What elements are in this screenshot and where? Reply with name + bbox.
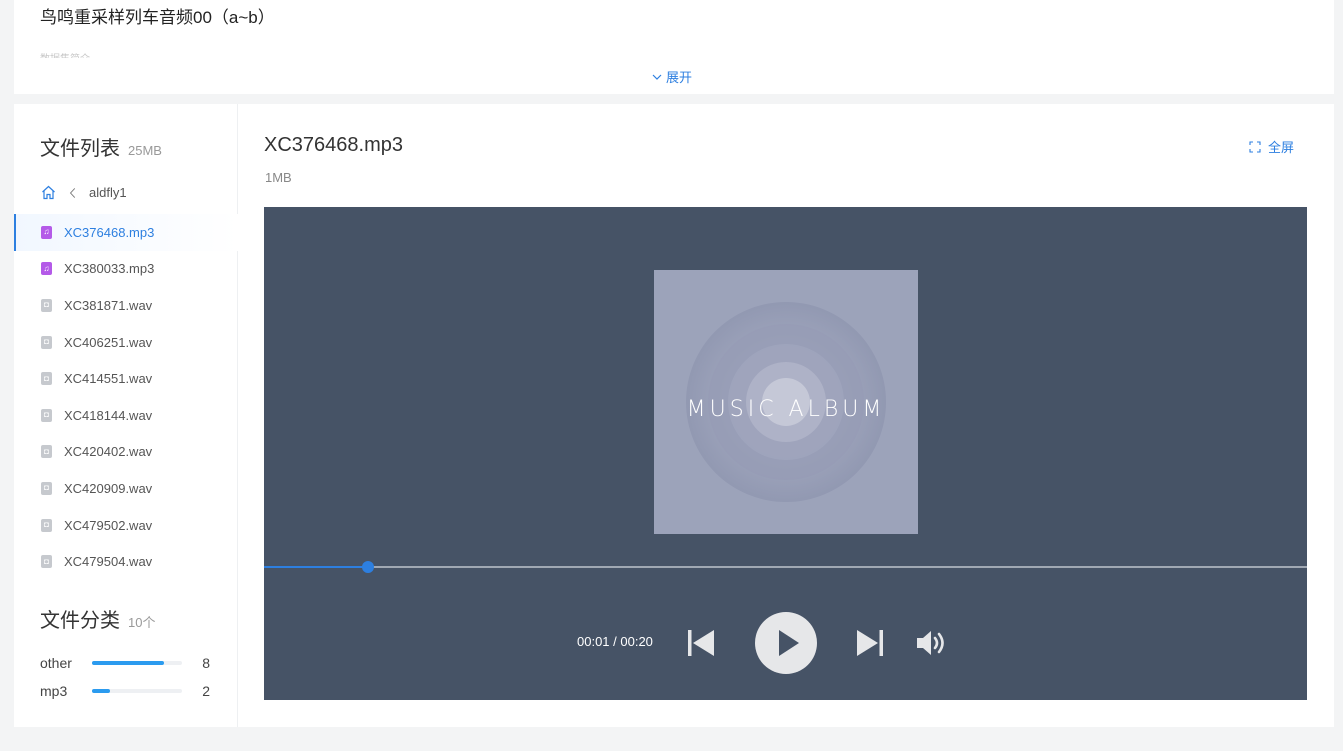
volume-icon[interactable] — [916, 629, 950, 657]
file-list-item[interactable]: ◘ XC420402.wav — [14, 434, 238, 471]
categories-heading: 文件分类 10个 — [40, 604, 155, 633]
dataset-title: 鸟鸣重采样列车音频00（a~b） — [40, 8, 275, 27]
skip-back-icon[interactable] — [687, 628, 715, 658]
category-row: other 8 — [40, 649, 210, 677]
file-name: XC381871.wav — [64, 297, 153, 313]
file-list-item[interactable]: ◘ XC381871.wav — [14, 287, 238, 324]
home-icon[interactable] — [40, 184, 57, 201]
file-name: XC376468.mp3 — [64, 224, 155, 240]
file-name: XC479502.wav — [64, 517, 153, 533]
breadcrumb: aldfly1 — [40, 184, 127, 201]
album-cover-title: MUSIC ALBUM — [686, 397, 886, 422]
category-row: mp3 2 — [40, 677, 210, 705]
category-bar — [92, 661, 182, 665]
main-card: 文件列表 25MB aldfly1 ♫ XC376468.mp3 ♫ XC380033… — [14, 104, 1334, 727]
viewer-file-name: XC376468.mp3 — [264, 134, 403, 156]
file-list-item[interactable]: ♫ XC380033.mp3 — [14, 251, 238, 288]
expand-button[interactable]: 展开 — [652, 67, 692, 86]
categories-total: 10个 — [128, 615, 156, 630]
category-count: 8 — [202, 655, 210, 671]
chevron-down-icon — [652, 74, 662, 80]
file-name: XC406251.wav — [64, 334, 153, 350]
audio-file-icon: ♫ — [41, 262, 52, 276]
dataset-header-card: 鸟鸣重采样列车音频00（a~b） 数据集简介 展开 — [14, 0, 1334, 94]
file-list-item[interactable]: ◘ XC420909.wav — [14, 470, 238, 507]
file-list-item[interactable]: ◘ XC414551.wav — [14, 360, 238, 397]
viewer-file-size: 1MB — [265, 170, 292, 185]
dataset-description-preview: 数据集简介 — [40, 50, 112, 58]
fullscreen-label: 全屏 — [1267, 140, 1294, 155]
play-button[interactable] — [755, 612, 817, 674]
play-icon — [779, 630, 799, 656]
category-bar-fill — [92, 661, 164, 665]
file-list-item[interactable]: ◘ XC479504.wav — [14, 543, 238, 580]
progress-handle[interactable] — [362, 561, 375, 573]
file-list: ♫ XC376468.mp3 ♫ XC380033.mp3 ◘ XC381871.wav ◘… — [14, 214, 238, 580]
generic-file-icon: ◘ — [41, 335, 52, 349]
file-name: XC414551.wav — [64, 371, 153, 387]
audio-player: MUSIC ALBUM 00:01 / 00:20 — [264, 207, 1307, 700]
player-controls: 00:01 / 00:20 — [264, 612, 1307, 674]
category-bar-fill — [92, 689, 110, 693]
generic-file-icon: ◘ — [41, 555, 52, 569]
sidebar: 文件列表 25MB aldfly1 ♫ XC376468.mp3 ♫ XC380033… — [14, 104, 238, 727]
generic-file-icon: ◘ — [41, 372, 52, 386]
chevron-left-icon[interactable] — [67, 186, 79, 200]
category-name: other — [40, 655, 72, 671]
file-list-title: 文件列表 — [40, 138, 120, 160]
audio-file-icon: ♫ — [41, 225, 52, 239]
file-name: XC420402.wav — [64, 444, 153, 460]
file-name: XC418144.wav — [64, 407, 153, 423]
categories-title: 文件分类 — [40, 610, 120, 632]
expand-label: 展开 — [666, 70, 693, 85]
file-name: XC479504.wav — [64, 554, 153, 570]
generic-file-icon: ◘ — [41, 481, 52, 495]
breadcrumb-folder[interactable]: aldfly1 — [89, 185, 127, 200]
generic-file-icon: ◘ — [41, 298, 52, 312]
album-cover: MUSIC ALBUM — [654, 270, 918, 534]
file-list-item[interactable]: ◘ XC479502.wav — [14, 507, 238, 544]
category-list: other 8 mp3 2 — [40, 649, 210, 705]
playback-time: 00:01 / 00:20 — [577, 634, 653, 649]
category-name: mp3 — [40, 683, 68, 699]
file-name: XC420909.wav — [64, 480, 153, 496]
fullscreen-icon — [1249, 140, 1261, 153]
file-list-item[interactable]: ◘ XC406251.wav — [14, 324, 238, 361]
file-list-total-size: 25MB — [128, 143, 162, 158]
fullscreen-button[interactable]: 全屏 — [1249, 137, 1294, 156]
generic-file-icon: ◘ — [41, 408, 52, 422]
skip-forward-icon[interactable] — [856, 628, 884, 658]
generic-file-icon: ◘ — [41, 445, 52, 459]
file-list-item[interactable]: ♫ XC376468.mp3 — [14, 214, 238, 251]
file-list-heading: 文件列表 25MB — [40, 132, 162, 161]
progress-fill — [264, 566, 369, 568]
file-name: XC380033.mp3 — [64, 261, 155, 277]
generic-file-icon: ◘ — [41, 518, 52, 532]
file-list-item[interactable]: ◘ XC418144.wav — [14, 397, 238, 434]
category-count: 2 — [202, 683, 210, 699]
progress-bar[interactable] — [264, 561, 1307, 573]
category-bar — [92, 689, 182, 693]
